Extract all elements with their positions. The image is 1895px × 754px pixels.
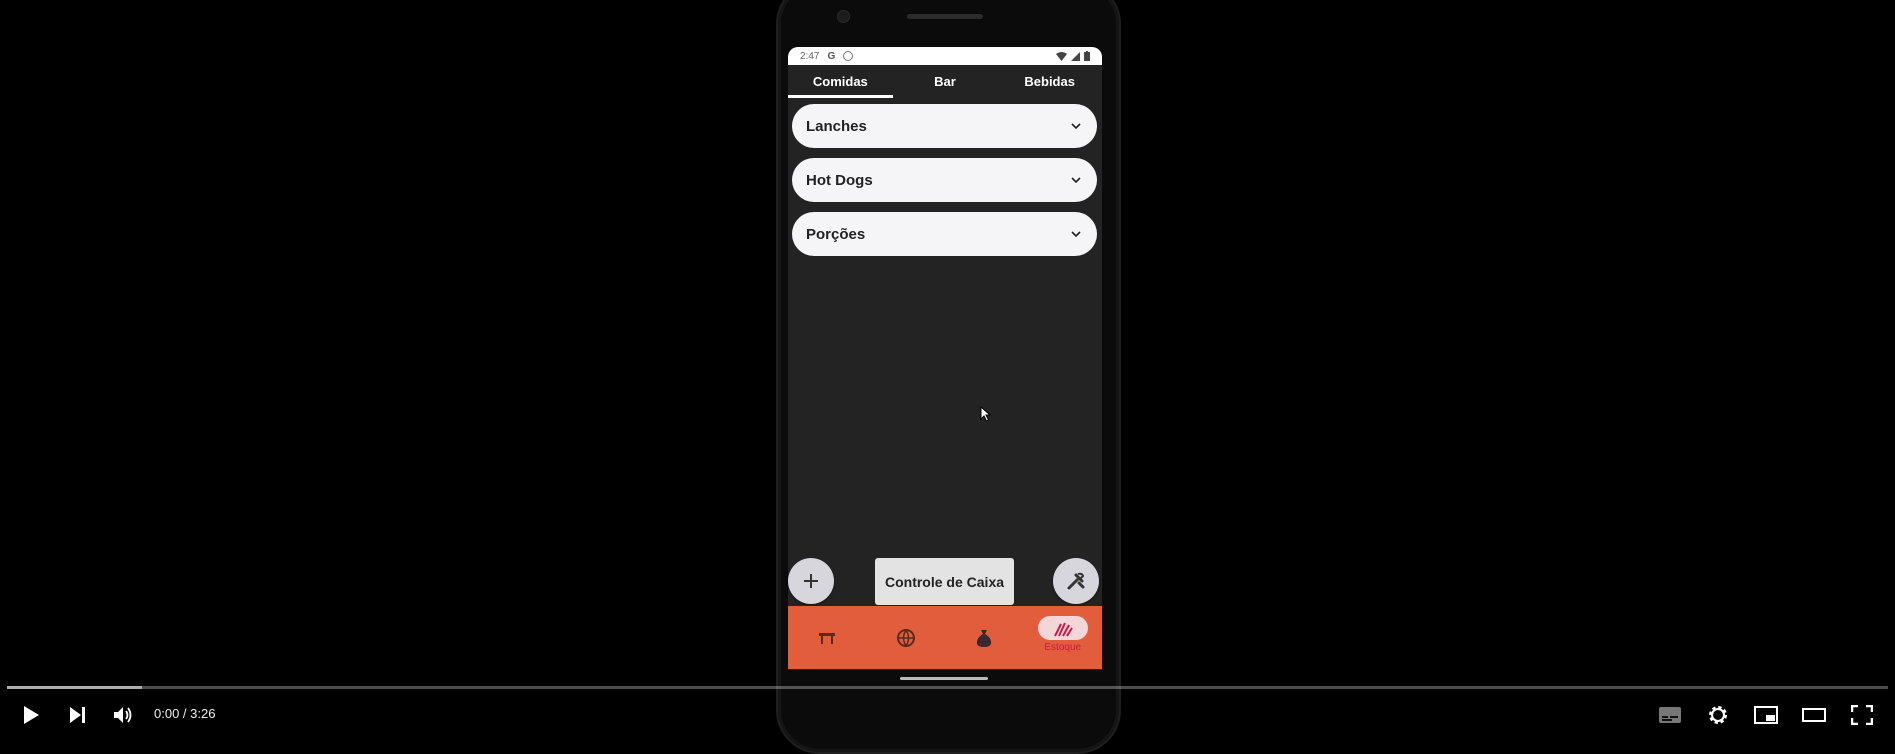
front-camera — [837, 10, 850, 23]
battery-icon — [1084, 51, 1090, 61]
video-buffer-bar — [7, 686, 143, 689]
tools-button[interactable] — [1053, 558, 1099, 604]
nav-item-stock[interactable]: Estoque — [1024, 606, 1103, 669]
fullscreen-icon — [1851, 705, 1873, 725]
earpiece-speaker — [907, 14, 983, 19]
bottom-navigation: Estoque — [788, 606, 1102, 669]
next-button[interactable] — [64, 702, 90, 728]
theater-mode-icon — [1802, 708, 1826, 722]
chevron-down-icon — [1069, 119, 1083, 133]
table-icon — [816, 627, 838, 649]
category-lanches[interactable]: Lanches — [792, 104, 1097, 148]
mouse-cursor-icon — [980, 406, 992, 422]
money-bag-icon — [973, 627, 995, 649]
tab-label: Bebidas — [1024, 74, 1075, 89]
cash-control-label: Controle de Caixa — [884, 573, 1005, 590]
category-label: Porções — [806, 225, 866, 243]
subtitles-button[interactable] — [1657, 702, 1683, 728]
plus-icon — [804, 574, 818, 588]
chevron-down-icon — [1069, 173, 1083, 187]
nav-item-tables[interactable] — [788, 606, 867, 669]
category-hot-dogs[interactable]: Hot Dogs — [792, 158, 1097, 202]
tab-bebidas[interactable]: Bebidas — [997, 65, 1102, 98]
tab-label: Bar — [934, 74, 956, 89]
google-g-icon: G — [827, 50, 836, 62]
nav-item-money[interactable] — [945, 606, 1024, 669]
tools-icon — [1067, 572, 1085, 590]
category-label: Hot Dogs — [806, 171, 873, 189]
nav-item-globe[interactable] — [867, 606, 946, 669]
globe-icon — [895, 627, 917, 649]
category-tabs: Comidas Bar Bebidas — [788, 65, 1102, 98]
wifi-icon — [1056, 51, 1067, 61]
volume-button[interactable] — [110, 702, 138, 728]
notification-icon — [843, 51, 854, 61]
category-label: Lanches — [806, 117, 867, 135]
volume-icon — [114, 707, 132, 723]
status-bar: 2:47 G — [788, 47, 1102, 65]
video-progress-bar[interactable] — [7, 686, 1888, 689]
settings-button[interactable] — [1705, 702, 1731, 728]
miniplayer-icon — [1754, 706, 1778, 724]
skip-next-icon — [70, 707, 85, 723]
cell-signal-icon — [1071, 51, 1080, 61]
nav-label-stock: Estoque — [1044, 642, 1082, 653]
tab-label: Comidas — [812, 74, 868, 89]
stock-icon — [1037, 616, 1088, 640]
miniplayer-button[interactable] — [1753, 702, 1779, 728]
video-time: 0:00 / 3:26 — [154, 706, 216, 721]
home-indicator[interactable] — [900, 677, 988, 680]
add-button[interactable] — [788, 558, 834, 604]
play-button[interactable] — [18, 702, 44, 728]
category-porcoes[interactable]: Porções — [792, 212, 1097, 256]
tab-comidas[interactable]: Comidas — [788, 65, 893, 98]
subtitles-icon — [1659, 707, 1681, 723]
chevron-down-icon — [1069, 227, 1083, 241]
status-time: 2:47 — [800, 50, 820, 62]
cash-control-button[interactable]: Controle de Caixa — [875, 558, 1014, 605]
tab-bar[interactable]: Bar — [893, 65, 998, 98]
theater-mode-button[interactable] — [1801, 702, 1827, 728]
fullscreen-button[interactable] — [1849, 702, 1875, 728]
play-icon — [24, 706, 39, 724]
gear-icon — [1709, 706, 1727, 724]
